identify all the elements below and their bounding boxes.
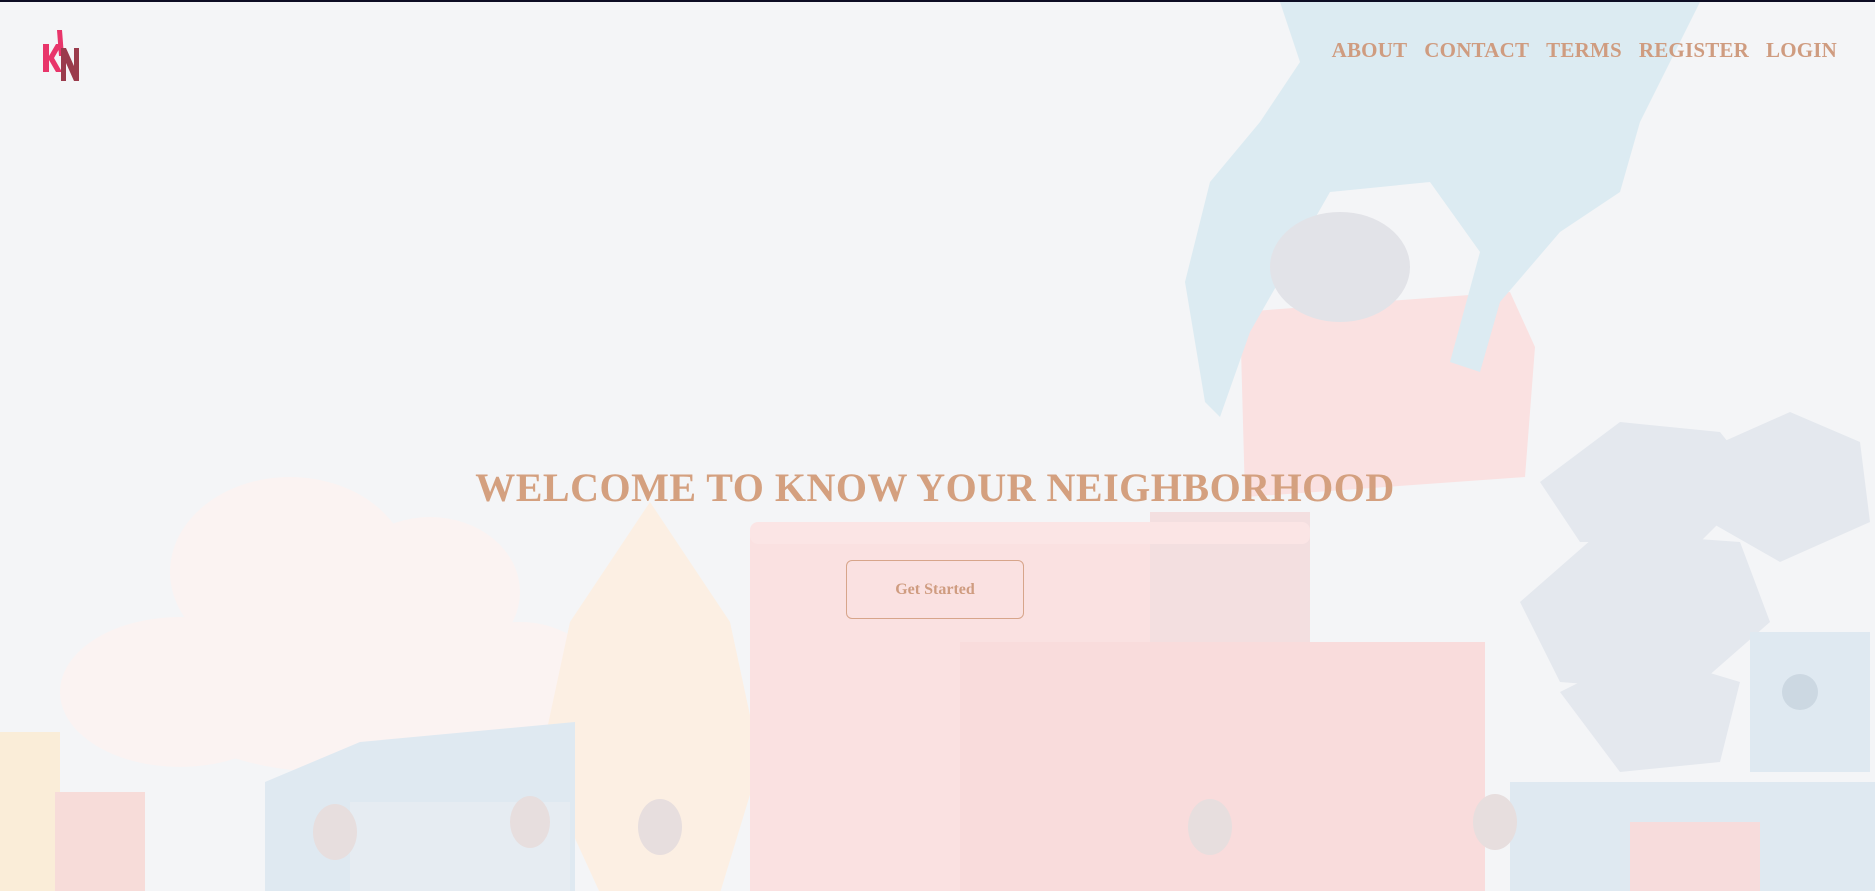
nav-about-link[interactable]: ABOUT	[1332, 38, 1408, 63]
top-navigation: ABOUT CONTACT TERMS REGISTER LOGIN	[1332, 38, 1837, 63]
hero-title: WELCOME TO KNOW YOUR NEIGHBORHOOD	[475, 465, 1395, 510]
nav-contact-link[interactable]: CONTACT	[1424, 38, 1529, 63]
left-houses-illustration	[0, 722, 575, 891]
tree-illustration	[540, 502, 760, 891]
nav-register-link[interactable]: REGISTER	[1639, 38, 1749, 63]
houses-illustration	[1510, 632, 1875, 891]
sleeve-cuff-illustration	[1270, 212, 1410, 322]
people-illustration	[313, 794, 1517, 860]
nav-terms-link[interactable]: TERMS	[1546, 38, 1622, 63]
nav-login-link[interactable]: LOGIN	[1766, 38, 1837, 63]
get-started-button[interactable]: Get Started	[846, 560, 1024, 619]
hand-illustration	[1185, 2, 1700, 417]
kyn-logo[interactable]	[40, 26, 86, 86]
cloud-illustration	[60, 477, 600, 772]
hero-background-illustration	[0, 2, 1875, 891]
